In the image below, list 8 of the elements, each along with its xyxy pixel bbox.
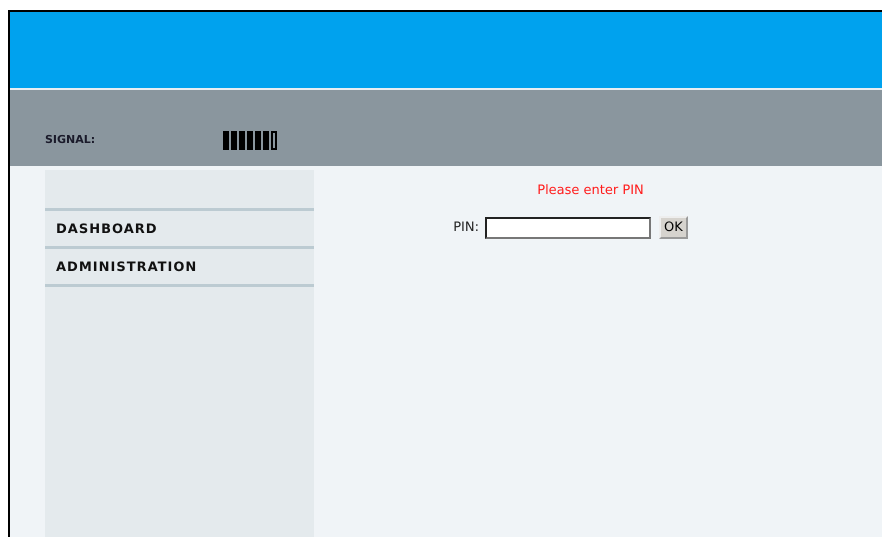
pin-label: PIN:	[453, 220, 479, 235]
sidebar-item[interactable]: ADMINISTRATION	[45, 249, 314, 287]
sidebar-item[interactable]: DASHBOARD	[45, 211, 314, 249]
ok-button[interactable]: OK	[659, 216, 688, 239]
error-message: Please enter PIN	[537, 183, 644, 198]
pin-field[interactable]	[485, 216, 651, 238]
signal-label: SIGNAL:	[45, 133, 96, 148]
signal-icon	[223, 131, 277, 150]
